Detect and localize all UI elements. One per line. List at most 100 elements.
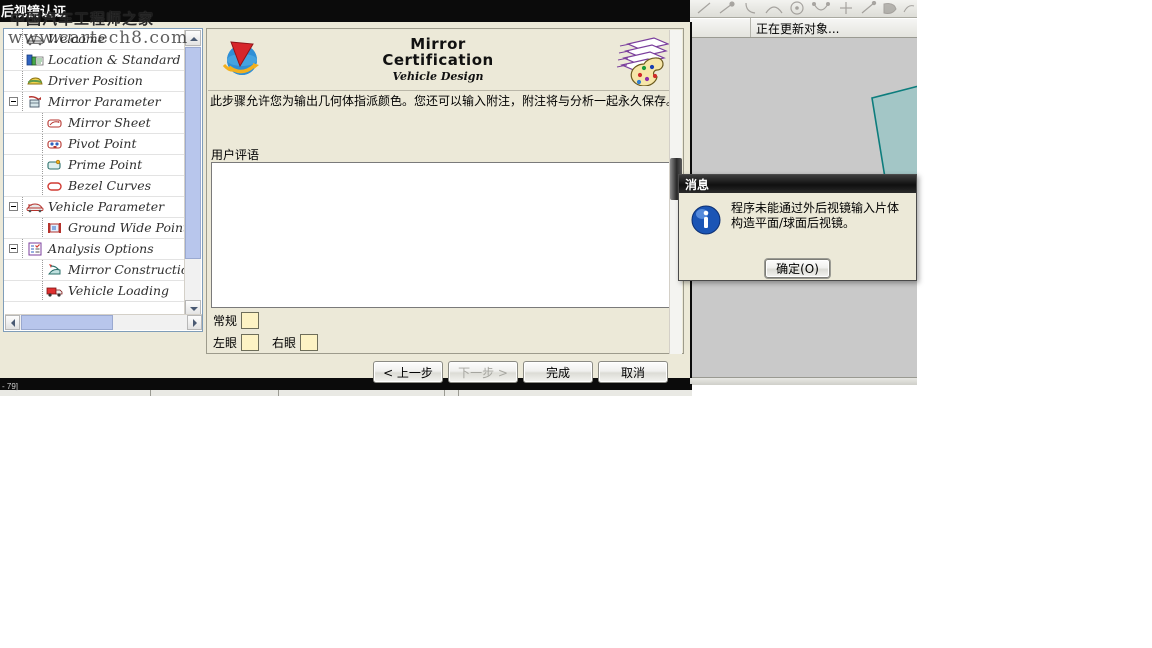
mirror-param-icon <box>26 94 44 110</box>
mirror-sheet-icon <box>46 115 64 131</box>
palette-sheets-icon <box>616 37 670 86</box>
tree-horizontal-scrollbar[interactable] <box>5 314 202 330</box>
tree-vertical-scrollbar[interactable] <box>184 30 201 316</box>
tree-list[interactable]: Welcome Location & Standard Driver Positio… <box>4 29 185 317</box>
tree-item-analysis-options[interactable]: Analysis Options <box>4 239 185 260</box>
mirror-certification-wizard: Welcome Location & Standard Driver Positio… <box>0 22 692 383</box>
tree-indent <box>4 218 46 238</box>
cad-bottom-bar <box>690 377 917 385</box>
arc-fillet-icon <box>811 2 831 11</box>
tree-collapse-toggle[interactable] <box>9 202 18 211</box>
tree-connector-line <box>42 176 43 196</box>
prime-point-icon <box>46 157 64 173</box>
tree-item-label: Vehicle Loading <box>68 283 170 298</box>
gray-row-divider <box>458 390 460 396</box>
analysis-options-icon <box>26 241 44 257</box>
tree-connector-line <box>22 239 23 259</box>
wizard-step-tree[interactable]: Welcome Location & Standard Driver Positio… <box>3 28 203 332</box>
tree-item-vehicle-parameter[interactable]: Vehicle Parameter <box>4 197 185 218</box>
left-eye-color-label: 左眼 <box>213 336 238 350</box>
tree-hscroll-thumb[interactable] <box>21 315 113 330</box>
tree-item-prime-point[interactable]: Prime Point <box>4 155 185 176</box>
comments-input[interactable] <box>212 163 678 307</box>
cad-status-text: 正在更新对象... <box>756 22 840 36</box>
info-icon <box>691 205 721 235</box>
tree-item-vehicle-loading[interactable]: Vehicle Loading <box>4 281 185 302</box>
back-button[interactable]: < 上一步 <box>373 361 443 383</box>
step-description: 此步骤允许您为输出几何体指派颜色。您还可以输入附注，附注将与分析一起永久保存。 <box>210 94 679 108</box>
tree-connector-line <box>42 260 43 280</box>
gray-row-divider <box>444 390 446 396</box>
tangent-line-icon <box>861 1 877 14</box>
message-ok-button[interactable]: 确定(O) <box>765 259 830 278</box>
tree-connector-line <box>42 218 43 238</box>
tree-indent <box>4 134 46 154</box>
tree-indent <box>4 92 26 112</box>
tree-item-mirror-parameter[interactable]: Mirror Parameter <box>4 92 185 113</box>
tree-item-label: Analysis Options <box>48 241 154 256</box>
tree-item-label: Pivot Point <box>68 136 137 151</box>
tree-connector-line <box>22 50 23 70</box>
left-eye-color-swatch[interactable] <box>241 334 260 351</box>
gray-row-divider <box>278 390 280 396</box>
tree-indent <box>4 155 46 175</box>
chevron-down-icon <box>190 307 198 311</box>
wizard-content-panel: Mirror Certification Vehicle Design 此步骤允… <box>206 28 684 354</box>
tree-connector-line <box>42 155 43 175</box>
finish-button[interactable]: 完成 <box>523 361 593 383</box>
driver-seat-icon <box>26 73 44 89</box>
cancel-button[interactable]: 取消 <box>598 361 668 383</box>
tree-indent <box>4 197 26 217</box>
circle-icon <box>790 1 804 15</box>
tree-item-label: Ground Wide Point <box>68 220 185 235</box>
scroll-left-button[interactable] <box>5 315 20 330</box>
tree-item-label: Mirror Sheet <box>68 115 151 130</box>
surface-icon <box>883 3 897 14</box>
tree-collapse-toggle[interactable] <box>9 244 18 253</box>
plus-icon <box>840 2 852 14</box>
vehicle-loading-icon <box>46 283 64 299</box>
chevron-right-icon <box>193 319 197 327</box>
tree-indent <box>4 113 46 133</box>
cad-toolbar[interactable] <box>690 0 917 18</box>
cad-toolbar-icon-strip[interactable] <box>694 1 916 16</box>
scroll-right-button[interactable] <box>187 315 202 330</box>
tree-connector-line <box>22 197 23 217</box>
tree-item-mirror-construction-d[interactable]: Mirror Construction & D <box>4 260 185 281</box>
tree-item-bezel-curves[interactable]: Bezel Curves <box>4 176 185 197</box>
tree-collapse-toggle[interactable] <box>9 97 18 106</box>
gray-row-divider <box>150 390 152 396</box>
message-dialog-text: 程序未能通过外后视镜输入片体构造平面/球面后视镜。 <box>731 201 900 230</box>
tree-indent <box>4 176 46 196</box>
eye-color-row: 左眼 右眼 <box>213 334 319 351</box>
message-dialog-titlebar: 消息 <box>679 175 916 193</box>
right-eye-color-swatch[interactable] <box>300 334 319 351</box>
right-eye-color-label: 右眼 <box>272 336 297 350</box>
tree-item-label: Driver Position <box>48 73 143 88</box>
tree-item-pivot-point[interactable]: Pivot Point <box>4 134 185 155</box>
tree-item-ground-wide-point[interactable]: Ground Wide Point <box>4 218 185 239</box>
banner-left-icon-wrap <box>208 36 274 84</box>
tree-scroll-thumb[interactable] <box>185 47 201 259</box>
tree-item-driver-position[interactable]: Driver Position <box>4 71 185 92</box>
next-button: 下一步 > <box>448 361 518 383</box>
general-color-row: 常规 <box>213 312 260 329</box>
mirror-construct-icon <box>46 262 64 278</box>
tree-connector-line <box>22 92 23 112</box>
tree-connector-line <box>42 113 43 133</box>
watermark-line1: 中国汽车工程师之家 <box>10 10 155 28</box>
cad-status-bar: 正在更新对象... <box>690 18 917 38</box>
comments-box[interactable] <box>211 162 679 308</box>
tree-indent <box>4 281 46 301</box>
tree-item-location-standard[interactable]: Location & Standard <box>4 50 185 71</box>
tree-item-label: Prime Point <box>68 157 143 172</box>
general-color-label: 常规 <box>213 314 238 328</box>
chevron-left-icon <box>11 319 15 327</box>
tree-item-label: Mirror Construction & D <box>68 262 185 277</box>
general-color-swatch[interactable] <box>241 312 260 329</box>
tree-item-mirror-sheet[interactable]: Mirror Sheet <box>4 113 185 134</box>
desktop-gray-row <box>0 390 692 396</box>
line-icon <box>697 2 711 14</box>
wizard-button-bar: < 上一步 下一步 > 完成 取消 <box>0 361 690 385</box>
message-dialog: 消息 程序未能通过外后视镜输入片体构造平面/球面后视镜。 确定(O) <box>678 174 917 281</box>
